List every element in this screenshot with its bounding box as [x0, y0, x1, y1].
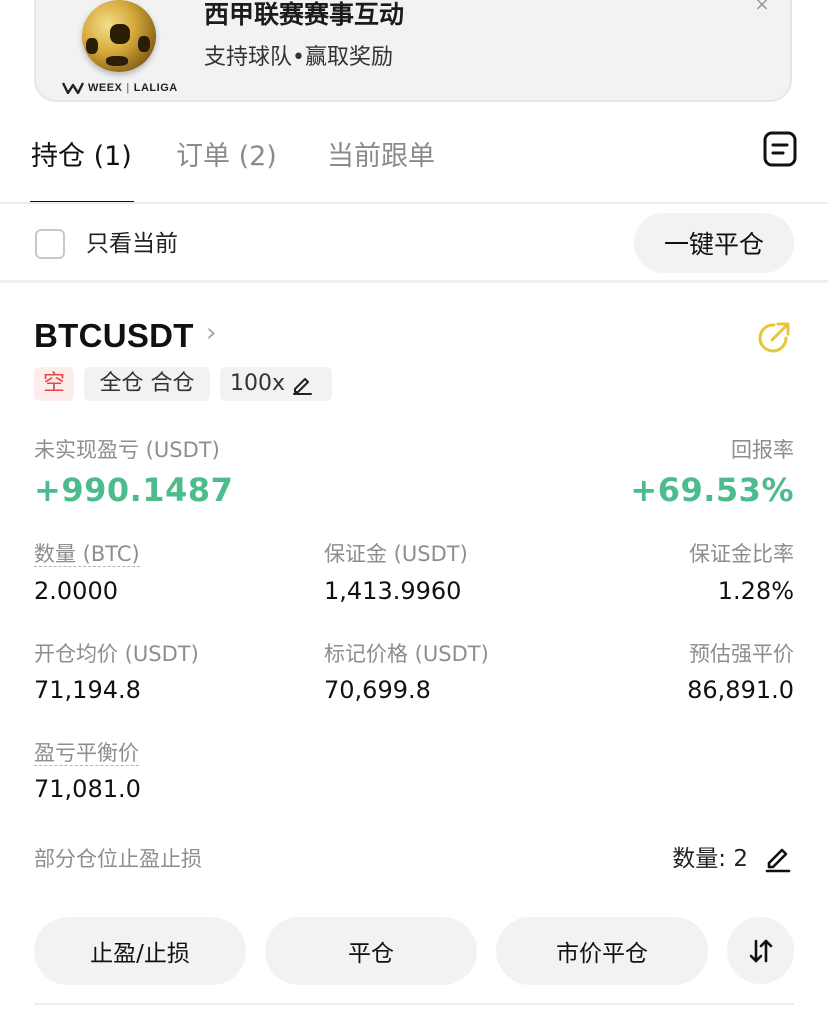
partial-tpsl-quantity: 数量: 2 [672, 846, 748, 872]
banner-subtitle: 支持球队•赢取奖励 [204, 45, 393, 70]
quantity-value: 2.0000 [34, 577, 118, 605]
breakeven-price-value: 71,081.0 [34, 775, 141, 803]
only-current-checkbox[interactable] [35, 229, 65, 259]
margin-mode-tag: 全仓 合仓 [84, 367, 210, 401]
swap-arrows-icon [749, 939, 772, 962]
edit-pencil-icon[interactable] [291, 373, 313, 395]
edit-pencil-icon[interactable] [764, 843, 792, 873]
market-close-button[interactable]: 市价平仓 [496, 917, 708, 985]
margin-label: 保证金 (USDT) [324, 542, 468, 566]
swap-arrows-button[interactable] [727, 917, 794, 984]
tab-positions[interactable]: 持仓 (1) [31, 139, 132, 175]
symbol-name[interactable]: BTCUSDT [34, 316, 194, 356]
side-tag: 空 [34, 367, 74, 401]
banner-title: 西甲联赛赛事互动 [204, 0, 405, 29]
brand-logo: WEEX | LALIGA [62, 80, 178, 96]
chevron-right-icon[interactable]: › [206, 318, 216, 348]
unrealized-pnl-label: 未实现盈亏 (USDT) [34, 438, 220, 462]
mark-price-label: 标记价格 (USDT) [324, 642, 489, 666]
only-current-label[interactable]: 只看当前 [86, 228, 178, 260]
brand-weex: WEEX [88, 82, 123, 94]
tpsl-button[interactable]: 止盈/止损 [34, 917, 246, 985]
tab-orders[interactable]: 订单 (2) [176, 139, 277, 175]
section-divider [0, 280, 828, 283]
entry-price-value: 71,194.8 [34, 676, 141, 704]
roe-label: 回报率 [731, 438, 794, 462]
margin-ratio-value: 1.28% [717, 577, 794, 605]
unrealized-pnl-value: +990.1487 [34, 471, 234, 509]
tabs-divider [0, 202, 828, 204]
document-list-icon[interactable] [762, 130, 798, 168]
close-all-button[interactable]: 一键平仓 [634, 213, 794, 273]
bottom-divider [34, 1003, 794, 1005]
quantity-label: 数量 (BTC) [34, 542, 140, 567]
position-tabs: 持仓 (1) 订单 (2) 当前跟单 [0, 125, 828, 205]
partial-tpsl-label: 部分仓位止盈止损 [34, 847, 202, 871]
close-icon[interactable]: × [752, 0, 772, 14]
margin-ratio-label: 保证金比率 [689, 542, 794, 566]
mark-price-value: 70,699.8 [324, 676, 431, 704]
brand-separator: | [126, 82, 130, 94]
share-icon[interactable] [756, 320, 792, 356]
margin-value: 1,413.9960 [324, 577, 462, 605]
leverage-value: 100x [230, 371, 286, 396]
roe-value: +69.53% [630, 471, 794, 509]
soccer-ball-logo [82, 0, 156, 72]
liquidation-price-label: 预估强平价 [689, 642, 794, 666]
leverage-tag[interactable]: 100x [220, 367, 332, 401]
entry-price-label: 开仓均价 (USDT) [34, 642, 199, 666]
weex-logo-icon [62, 82, 84, 94]
liquidation-price-value: 86,891.0 [687, 676, 794, 704]
brand-laliga: LALIGA [133, 82, 178, 94]
breakeven-price-label: 盈亏平衡价 [34, 741, 139, 766]
tab-copy-trading[interactable]: 当前跟单 [327, 139, 435, 175]
close-position-button[interactable]: 平仓 [265, 917, 477, 985]
position-page: WEEX | LALIGA 西甲联赛赛事互动 支持球队•赢取奖励 × 持仓 (1… [0, 0, 828, 1025]
